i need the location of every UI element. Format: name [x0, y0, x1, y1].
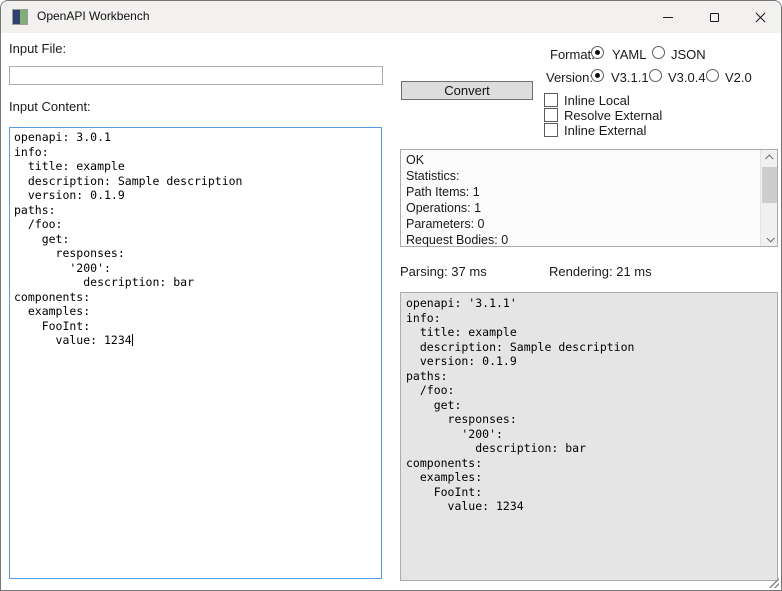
- inline-local-checkbox[interactable]: [544, 93, 558, 107]
- inline-local-checkbox-label[interactable]: Inline Local: [564, 93, 630, 108]
- status-line: Path Items: 1: [406, 184, 760, 200]
- status-line: Operations: 1: [406, 200, 760, 216]
- input-file-field[interactable]: [9, 66, 383, 85]
- close-button[interactable]: [737, 1, 782, 33]
- chevron-up-icon: [765, 154, 773, 162]
- status-line: OK: [406, 152, 760, 168]
- format-radio-yaml-label[interactable]: YAML: [612, 47, 646, 62]
- output-content-view: openapi: '3.1.1' info: title: example de…: [400, 292, 778, 581]
- format-label: Format:: [550, 47, 595, 62]
- input-content-editor[interactable]: openapi: 3.0.1 info: title: example desc…: [9, 127, 382, 579]
- scroll-up-button[interactable]: [761, 150, 778, 165]
- app-icon: [12, 9, 28, 25]
- version-radio-v304-label[interactable]: V3.0.4: [668, 70, 706, 85]
- version-radio-v311-label[interactable]: V3.1.1: [611, 70, 649, 85]
- inline-external-checkbox[interactable]: [544, 123, 558, 137]
- app-window: OpenAPI Workbench Input File: Input Cont…: [0, 0, 782, 591]
- format-radio-json-label[interactable]: JSON: [671, 47, 706, 62]
- input-content-label: Input Content:: [9, 99, 91, 114]
- resolve-external-checkbox[interactable]: [544, 108, 558, 122]
- version-radio-v304[interactable]: [649, 69, 662, 82]
- text-caret: [132, 334, 133, 346]
- inline-external-checkbox-label[interactable]: Inline External: [564, 123, 646, 138]
- app-icon-right: [20, 10, 27, 24]
- status-line: Parameters: 0: [406, 216, 760, 232]
- minimize-button[interactable]: [645, 1, 691, 33]
- close-icon: [755, 12, 766, 23]
- app-icon-left: [13, 10, 20, 24]
- status-line: Statistics:: [406, 168, 760, 184]
- resolve-external-checkbox-label[interactable]: Resolve External: [564, 108, 662, 123]
- maximize-button[interactable]: [691, 1, 737, 33]
- format-radio-json[interactable]: [652, 46, 665, 59]
- titlebar: OpenAPI Workbench: [1, 1, 781, 33]
- chevron-down-icon: [766, 234, 774, 242]
- status-line: Request Bodies: 0: [406, 232, 760, 248]
- maximize-icon: [710, 13, 719, 22]
- minimize-icon: [663, 17, 673, 18]
- rendering-time-label: Rendering: 21 ms: [549, 264, 652, 279]
- resize-grip[interactable]: [767, 576, 779, 588]
- scroll-down-button[interactable]: [761, 231, 778, 246]
- status-panel: OK Statistics: Path Items: 1 Operations:…: [400, 149, 778, 247]
- version-radio-v311[interactable]: [591, 69, 604, 82]
- version-label: Version:: [546, 70, 593, 85]
- status-scrollbar[interactable]: [760, 150, 777, 246]
- scrollbar-thumb[interactable]: [762, 167, 777, 203]
- window-title: OpenAPI Workbench: [37, 9, 150, 23]
- status-lines: OK Statistics: Path Items: 1 Operations:…: [401, 150, 760, 248]
- convert-button[interactable]: Convert: [401, 81, 533, 100]
- format-radio-yaml[interactable]: [591, 46, 604, 59]
- parsing-time-label: Parsing: 37 ms: [400, 264, 487, 279]
- version-radio-v20-label[interactable]: V2.0: [725, 70, 752, 85]
- input-file-label: Input File:: [9, 41, 66, 56]
- version-radio-v20[interactable]: [706, 69, 719, 82]
